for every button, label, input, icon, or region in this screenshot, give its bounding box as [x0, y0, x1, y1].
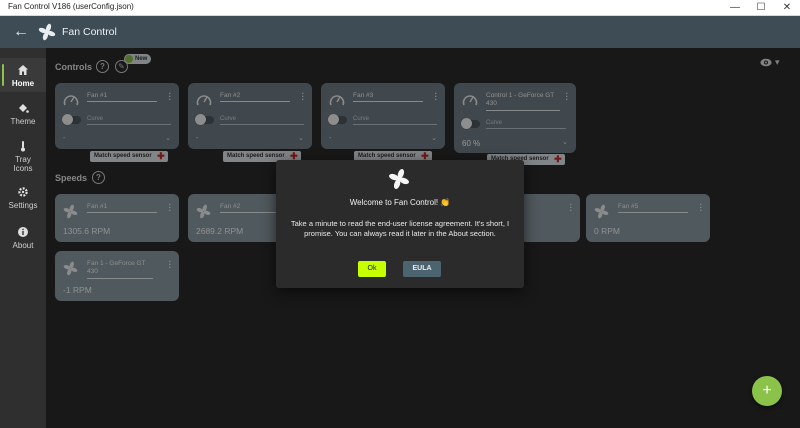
sidebar-item-settings[interactable]: Settings	[0, 184, 46, 212]
minimize-button[interactable]: —	[722, 0, 748, 16]
window-titlebar: Fan Control V186 (userConfig.json) — ☐ ✕	[0, 0, 800, 16]
info-icon	[18, 227, 28, 237]
sidebar-item-label: Settings	[8, 201, 38, 210]
fan-logo-icon	[388, 168, 410, 190]
sidebar-item-label: Theme	[10, 117, 36, 126]
app-title: Fan Control	[62, 26, 117, 38]
sidebar: Home Theme Tray Icons Settings About	[0, 48, 46, 428]
back-button[interactable]: ←	[10, 22, 32, 42]
sidebar-item-label: About	[12, 241, 34, 250]
add-fab-button[interactable]: +	[752, 376, 782, 406]
fan-logo-icon	[38, 23, 56, 41]
maximize-button[interactable]: ☐	[748, 0, 774, 16]
sidebar-item-label: Home	[11, 79, 35, 88]
dialog-title: Welcome to Fan Control! 👏	[349, 198, 451, 207]
window-title: Fan Control V186 (userConfig.json)	[8, 2, 134, 11]
sidebar-item-home[interactable]: Home	[0, 58, 46, 92]
close-button[interactable]: ✕	[774, 0, 800, 16]
thermometer-icon	[21, 141, 25, 152]
app-bar: ← Fan Control	[0, 16, 800, 48]
paint-bucket-icon	[19, 104, 29, 113]
arrow-left-icon: ←	[13, 23, 29, 40]
eula-button[interactable]: EULA	[403, 261, 441, 277]
ok-button[interactable]: Ok	[358, 261, 386, 277]
welcome-dialog: Welcome to Fan Control! 👏 Take a minute …	[276, 160, 524, 288]
sidebar-item-tray-icons[interactable]: Tray Icons	[0, 138, 46, 174]
sidebar-item-theme[interactable]: Theme	[0, 98, 46, 128]
home-icon	[18, 65, 28, 75]
sidebar-item-label: Tray Icons	[13, 155, 33, 173]
dialog-body: Take a minute to read the end-user licen…	[290, 219, 510, 238]
gear-icon	[18, 187, 28, 197]
sidebar-item-about[interactable]: About	[0, 224, 46, 252]
